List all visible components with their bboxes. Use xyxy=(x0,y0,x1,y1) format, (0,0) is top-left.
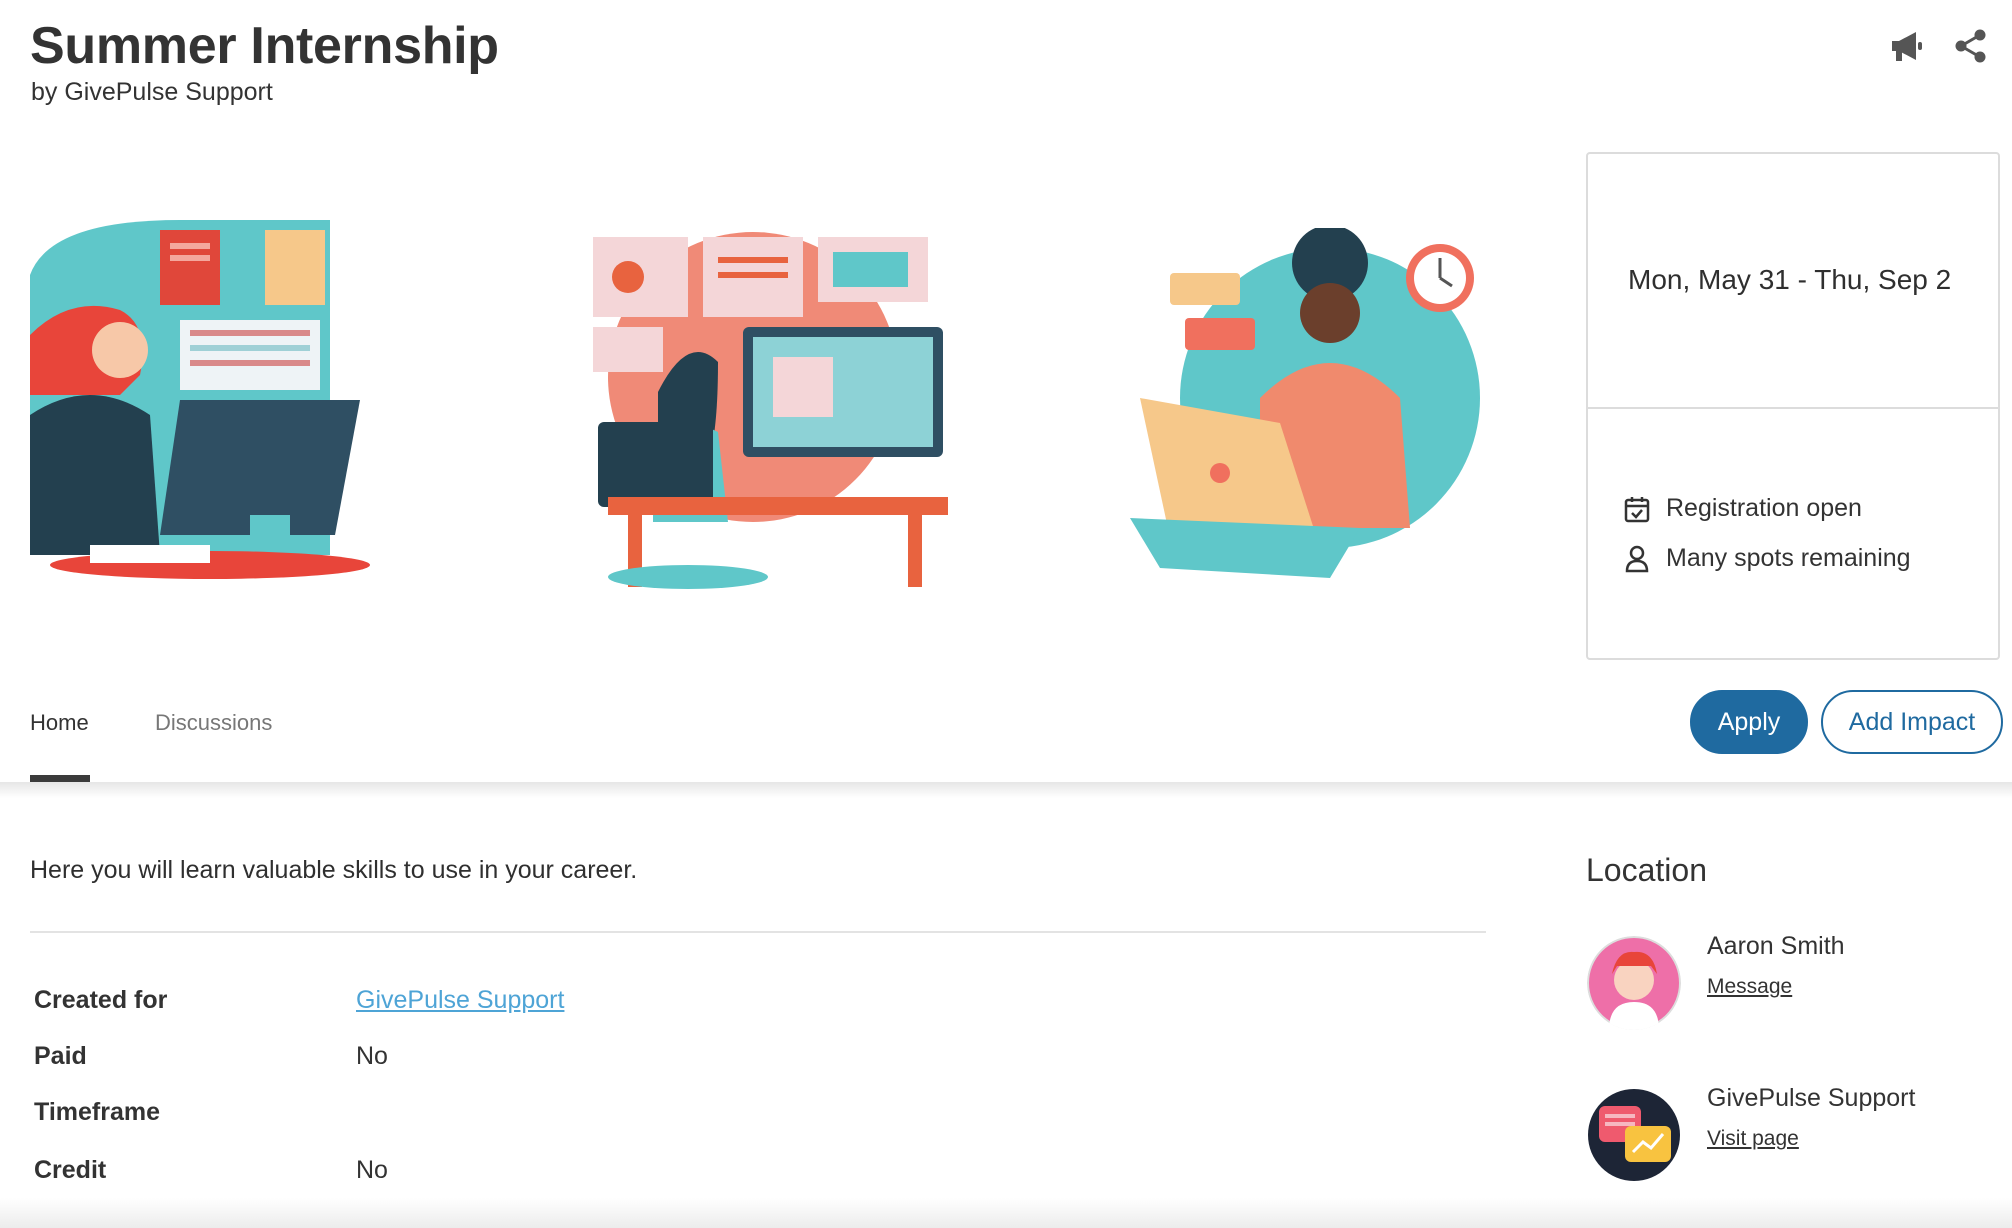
detail-value-credit: No xyxy=(356,1156,388,1184)
spots-status: Many spots remaining xyxy=(1624,544,1911,573)
apply-button[interactable]: Apply xyxy=(1690,690,1808,754)
bottom-fade xyxy=(0,1198,2012,1228)
tab-home[interactable]: Home xyxy=(30,710,89,736)
detail-label-credit: Credit xyxy=(34,1156,107,1184)
hero-illustration-phone-worker xyxy=(30,215,370,590)
spots-status-label: Many spots remaining xyxy=(1666,544,1911,572)
opportunity-description: Here you will learn valuable skills to u… xyxy=(30,856,638,884)
contact-avatar-givepulse xyxy=(1587,1088,1681,1182)
registration-status-label: Registration open xyxy=(1666,494,1862,522)
detail-label-paid: Paid xyxy=(34,1042,87,1070)
card-divider xyxy=(1588,407,1998,409)
created-for-link[interactable]: GivePulse Support xyxy=(356,986,564,1015)
nav-divider xyxy=(0,782,2012,798)
content-divider xyxy=(30,931,1486,933)
calendar-check-icon xyxy=(1624,496,1650,522)
visit-page-link[interactable]: Visit page xyxy=(1707,1127,1799,1151)
page-subtitle: by GivePulse Support xyxy=(31,78,273,106)
contact-avatar-aaron xyxy=(1587,936,1681,1030)
detail-value-paid: No xyxy=(356,1042,388,1070)
hero-illustration-laptop-worker xyxy=(1130,225,1490,593)
detail-label-created-for: Created for xyxy=(34,986,168,1014)
person-icon xyxy=(1625,545,1649,572)
detail-label-timeframe: Timeframe xyxy=(34,1098,160,1126)
event-info-card: Mon, May 31 - Thu, Sep 2 Registration op… xyxy=(1586,152,2000,660)
add-impact-button[interactable]: Add Impact xyxy=(1821,690,2003,754)
registration-status: Registration open xyxy=(1624,494,1862,523)
date-range: Mon, May 31 - Thu, Sep 2 xyxy=(1628,264,1952,295)
contact-name-aaron: Aaron Smith xyxy=(1707,932,1845,960)
contact-name-givepulse: GivePulse Support xyxy=(1707,1084,1916,1112)
page-title: Summer Internship xyxy=(30,17,499,75)
message-link[interactable]: Message xyxy=(1707,975,1792,999)
hero-illustration-computer-worker xyxy=(568,232,948,597)
megaphone-icon[interactable] xyxy=(1886,26,1926,66)
share-icon[interactable] xyxy=(1951,26,1991,66)
location-heading: Location xyxy=(1586,852,1707,888)
tab-discussions[interactable]: Discussions xyxy=(155,710,272,736)
